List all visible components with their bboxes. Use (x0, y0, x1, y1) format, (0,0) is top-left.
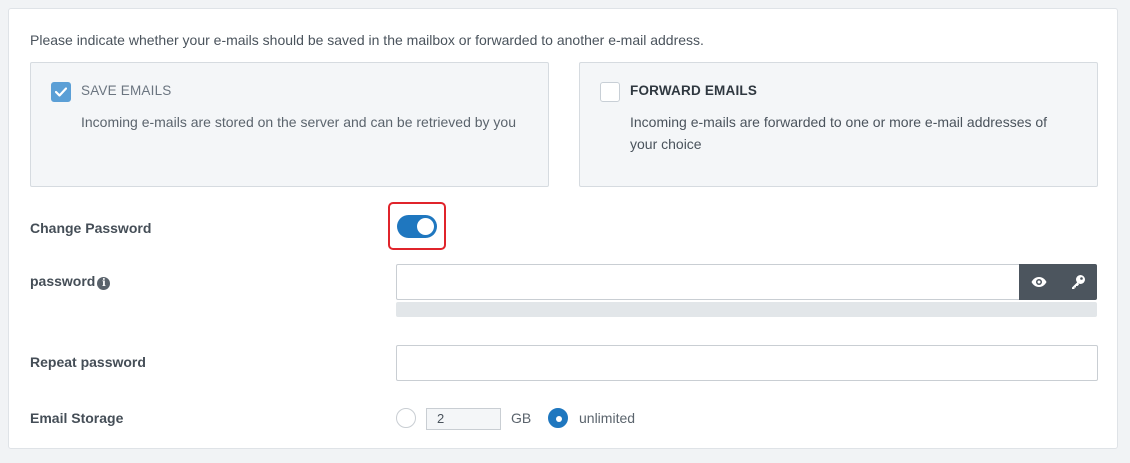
info-icon[interactable]: i (97, 277, 111, 290)
generate-password-button[interactable] (1058, 264, 1097, 300)
password-strength-meter (396, 302, 1097, 317)
intro-text: Please indicate whether your e-mails sho… (30, 32, 704, 48)
save-emails-title: SAVE EMAILS (81, 83, 172, 98)
password-input[interactable] (396, 264, 1020, 300)
save-emails-description: Incoming e-mails are stored on the serve… (81, 114, 517, 130)
repeat-password-input[interactable] (396, 345, 1098, 381)
check-icon (55, 87, 67, 97)
storage-unlimited-radio[interactable] (548, 408, 568, 428)
forward-emails-option[interactable]: FORWARD EMAILS Incoming e-mails are forw… (579, 62, 1098, 187)
password-label: password i (30, 273, 111, 290)
password-actions (1019, 264, 1097, 300)
save-emails-option[interactable]: SAVE EMAILS Incoming e-mails are stored … (30, 62, 549, 187)
forward-emails-checkbox[interactable] (600, 82, 620, 102)
eye-icon (1031, 277, 1046, 287)
password-label-text: password (30, 273, 96, 289)
storage-amount-input[interactable]: 2 (426, 408, 501, 430)
storage-limited-radio[interactable] (396, 408, 416, 428)
change-password-highlight (388, 202, 446, 250)
forward-emails-title: FORWARD EMAILS (630, 83, 758, 98)
change-password-label: Change Password (30, 220, 152, 236)
change-password-toggle[interactable] (397, 215, 437, 238)
email-settings-panel: Please indicate whether your e-mails sho… (8, 8, 1118, 449)
forward-emails-description: Incoming e-mails are forwarded to one or… (630, 114, 1048, 152)
storage-unlimited-label: unlimited (579, 410, 636, 426)
show-password-button[interactable] (1019, 264, 1058, 300)
save-emails-checkbox[interactable] (51, 82, 71, 102)
repeat-password-label: Repeat password (30, 354, 146, 370)
storage-unit: GB (511, 410, 532, 426)
email-storage-label: Email Storage (30, 410, 124, 426)
toggle-knob (417, 218, 434, 235)
key-icon (1071, 275, 1085, 289)
